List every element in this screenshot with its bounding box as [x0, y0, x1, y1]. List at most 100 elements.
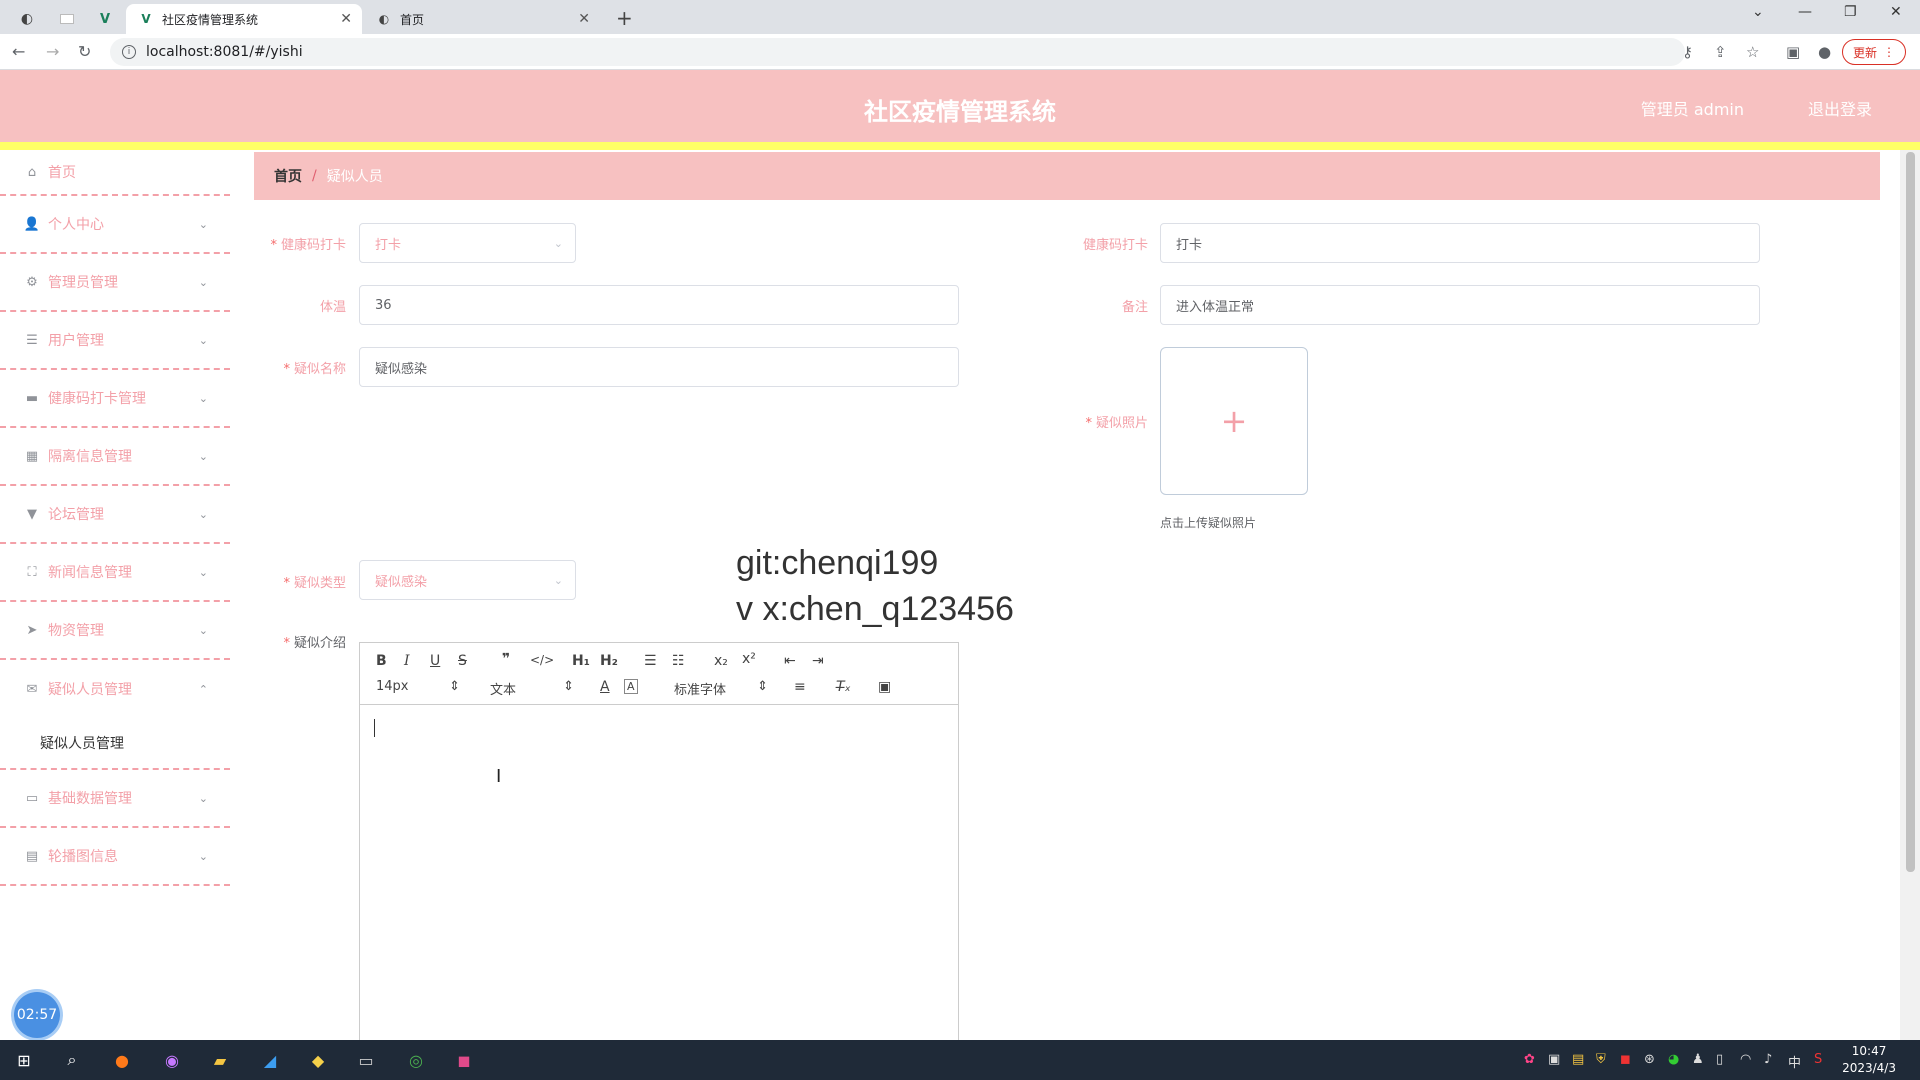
key-icon[interactable]: ⚷ [1682, 43, 1693, 61]
indent-icon[interactable]: ⇥ [812, 653, 824, 669]
remark-input[interactable]: 进入体温正常 [1160, 285, 1760, 325]
file-explorer-icon[interactable]: ▰ [208, 1048, 232, 1072]
terminal-icon[interactable]: ▭ [354, 1048, 378, 1072]
back-icon[interactable]: ← [12, 42, 25, 61]
shield-icon[interactable]: ⛨ [1596, 1052, 1606, 1067]
tray-app-icon[interactable]: ◼ [1620, 1052, 1631, 1067]
chevron-down-icon: ⌄ [198, 791, 208, 805]
address-bar[interactable]: i localhost:8081/#/yishi [110, 38, 1685, 66]
select-placeholder: 疑似感染 [375, 574, 428, 590]
scrollbar-thumb[interactable] [1906, 152, 1915, 872]
header-select[interactable]: 文本 ⇕ [490, 679, 574, 698]
sidebar-subitem-suspects[interactable]: 疑似人员管理 [0, 718, 230, 770]
heading-1-icon[interactable]: H₁ [572, 653, 590, 669]
tray-app-icon[interactable]: ▣ [1548, 1052, 1560, 1067]
background-color-icon[interactable]: A [624, 679, 638, 694]
blockquote-icon[interactable]: ❞ [502, 651, 510, 667]
align-icon[interactable]: ≡ [794, 679, 806, 695]
sidebar-item-admins[interactable]: ⚙ 管理员管理 ⌄ [0, 254, 230, 312]
ordered-list-icon[interactable]: ☰ [644, 653, 657, 669]
font-size-select[interactable]: 14px ⇕ [376, 679, 460, 694]
sogou-icon[interactable]: S [1814, 1052, 1822, 1067]
logout-link[interactable]: 退出登录 [1808, 96, 1872, 120]
vscode-icon[interactable]: ◢ [258, 1048, 282, 1072]
select-value: 14px [376, 679, 409, 694]
sidebar-item-news[interactable]: ⛶ 新闻信息管理 ⌄ [0, 544, 230, 602]
outdent-icon[interactable]: ⇤ [784, 653, 796, 669]
sidebar-item-basedata[interactable]: ▭ 基础数据管理 ⌄ [0, 770, 230, 828]
chrome-icon[interactable]: ◎ [404, 1048, 428, 1072]
star-icon[interactable]: ☆ [1746, 43, 1759, 61]
windows-start-icon[interactable]: ⊞ [12, 1048, 36, 1072]
sidebar-item-supplies[interactable]: ➤ 物资管理 ⌄ [0, 602, 230, 660]
health-checkin-input[interactable]: 打卡 [1160, 223, 1760, 263]
wifi-icon[interactable]: ◠ [1740, 1052, 1751, 1067]
sidepanel-icon[interactable]: ▣ [1786, 43, 1800, 61]
share-icon[interactable]: ⇪ [1714, 43, 1727, 61]
chevron-down-icon: ⌄ [198, 849, 208, 863]
recording-timer[interactable]: 02:57 [14, 992, 60, 1038]
profile-icon[interactable]: ● [1818, 43, 1831, 61]
sidebar-item-label: 轮播图信息 [48, 849, 118, 865]
tab-search-icon[interactable]: ⌄ [1752, 4, 1764, 20]
sidebar-item-label: 管理员管理 [48, 275, 118, 291]
sidebar-item-forum[interactable]: ▼ 论坛管理 ⌄ [0, 486, 230, 544]
health-checkin-select[interactable]: 打卡 ⌄ [359, 223, 576, 263]
italic-icon[interactable]: I [404, 653, 410, 669]
sidebar-item-carousel[interactable]: ▤ 轮播图信息 ⌄ [0, 828, 230, 886]
close-icon[interactable]: ✕ [340, 11, 352, 27]
photo-uploader[interactable]: + [1160, 347, 1308, 495]
bullet-list-icon[interactable]: ☷ [672, 653, 685, 669]
new-tab-button[interactable]: + [616, 6, 633, 30]
pinned-tab-3[interactable]: V [86, 4, 124, 34]
temperature-input[interactable]: 36 [359, 285, 959, 325]
font-color-icon[interactable]: A [600, 679, 610, 695]
tab-system[interactable]: V 社区疫情管理系统 ✕ [126, 4, 362, 34]
pinned-tab-1[interactable]: ◐ [8, 4, 46, 34]
underline-icon[interactable]: U [430, 653, 440, 669]
breadcrumb-home[interactable]: 首页 [274, 166, 302, 186]
reload-icon[interactable]: ↻ [78, 42, 91, 61]
suspect-name-input[interactable]: 疑似感染 [359, 347, 959, 387]
firefox-icon[interactable]: ● [110, 1048, 134, 1072]
sidebar-item-healthcode[interactable]: ▬ 健康码打卡管理 ⌄ [0, 370, 230, 428]
code-icon[interactable]: </> [530, 653, 554, 667]
heading-2-icon[interactable]: H₂ [600, 653, 618, 669]
image-icon[interactable]: ▣ [878, 679, 891, 695]
tray-app-icon[interactable]: ⊛ [1644, 1052, 1655, 1067]
tray-app-icon[interactable]: ▤ [1572, 1052, 1584, 1067]
sidebar-item-users[interactable]: ☰ 用户管理 ⌄ [0, 312, 230, 370]
close-icon[interactable]: ✕ [578, 11, 590, 27]
tab-home[interactable]: ◐ 首页 ✕ [364, 4, 600, 34]
clear-format-icon[interactable]: T̶ₓ [836, 679, 851, 695]
sidebar-item-suspects[interactable]: ✉ 疑似人员管理 ⌃ [0, 660, 230, 718]
superscript-icon[interactable]: x² [742, 651, 756, 667]
sidebar-item-home[interactable]: ⌂ 首页 [0, 150, 230, 196]
font-family-select[interactable]: 标准字体 ⇕ [674, 679, 768, 698]
wechat-icon[interactable]: ◕ [1668, 1052, 1679, 1067]
window-close-icon[interactable]: ✕ [1890, 4, 1902, 20]
subscript-icon[interactable]: x₂ [714, 653, 728, 669]
intellij-icon[interactable]: ◼ [452, 1048, 476, 1072]
strike-icon[interactable]: S [458, 653, 467, 669]
ime-indicator[interactable]: 中 [1788, 1052, 1801, 1071]
volume-icon[interactable]: ♪ [1764, 1052, 1772, 1067]
page-scrollbar[interactable] [1900, 150, 1920, 1040]
bold-icon[interactable]: B [376, 653, 387, 669]
pinned-tab-2[interactable] [48, 4, 86, 34]
sidebar-item-personal[interactable]: 👤 个人中心 ⌄ [0, 196, 230, 254]
forward-icon[interactable]: → [46, 42, 59, 61]
suspect-type-select[interactable]: 疑似感染 ⌄ [359, 560, 576, 600]
app-icon[interactable]: ◆ [306, 1048, 330, 1072]
minimize-icon[interactable]: — [1798, 4, 1812, 20]
tray-app-icon[interactable]: ✿ [1524, 1052, 1535, 1067]
sidebar-item-isolation[interactable]: ▦ 隔离信息管理 ⌄ [0, 428, 230, 486]
app-icon[interactable]: ◉ [160, 1048, 184, 1072]
restore-icon[interactable]: ❐ [1844, 4, 1857, 20]
qq-icon[interactable]: ♟ [1692, 1052, 1704, 1067]
update-button[interactable]: 更新 ⋮ [1841, 39, 1906, 65]
system-clock[interactable]: 10:47 2023/4/3 [1842, 1043, 1896, 1077]
info-icon[interactable]: i [122, 45, 136, 59]
search-icon[interactable]: ⌕ [60, 1048, 84, 1072]
usb-icon[interactable]: ▯ [1716, 1052, 1723, 1067]
